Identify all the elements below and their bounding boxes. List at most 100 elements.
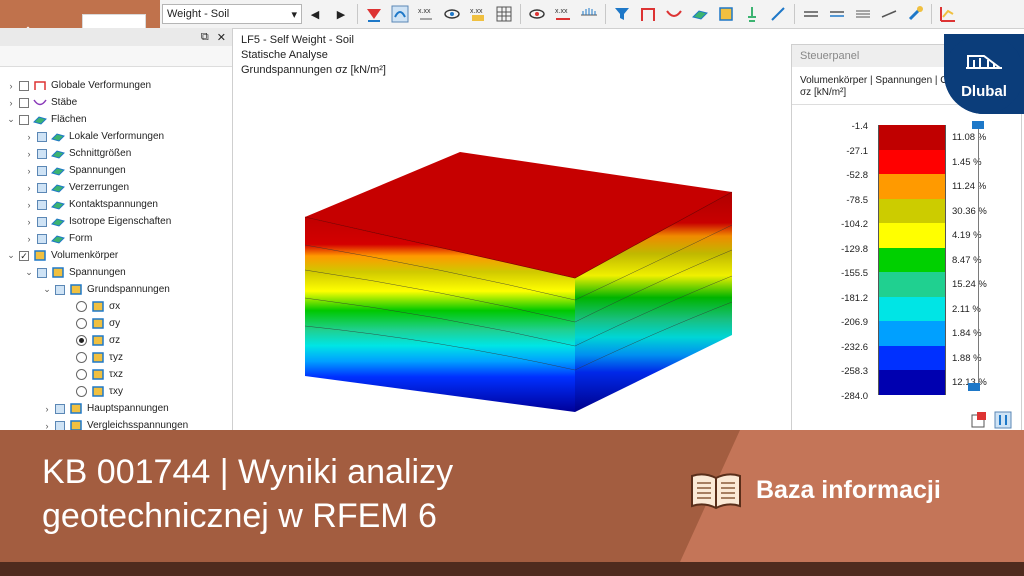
panel-settings-icon[interactable] [970,411,988,429]
legend-percent: 4.19 % [952,230,982,241]
values-table-icon[interactable]: x.xx [467,3,489,25]
knowledge-base-link[interactable]: Baza informacji [690,470,941,510]
legend-color-band [878,174,946,199]
panel-footer [970,411,1012,429]
legend-color-band [878,345,946,370]
bottom-strip [0,562,1024,576]
close-icon[interactable]: ✕ [217,31,226,44]
tree-item[interactable]: › Lokale Verformungen [24,128,165,145]
load-case-select[interactable]: Weight - Soil ▾ [162,4,302,24]
solid-icon [52,267,64,278]
slider-bottom-thumb[interactable] [968,383,980,391]
legend-value: -129.8 [841,243,868,255]
previous-icon[interactable]: ◀ [304,3,326,25]
analysis-type: Statische Analyse [241,49,328,61]
legend-percent: 1.88 % [952,352,982,364]
deformation-icon[interactable] [663,3,685,25]
panel-scale-icon[interactable] [994,411,1012,429]
solid-icon [92,301,104,312]
tree-radio[interactable]: τxy [74,383,123,400]
next-icon[interactable]: ▶ [330,3,352,25]
slider-top-thumb[interactable] [972,121,984,129]
results-icon[interactable] [363,3,385,25]
solid-icon [70,403,82,414]
soil-solid-model[interactable] [300,150,740,414]
tree-item[interactable]: ⌄ ✓ Volumenkörper [6,247,118,264]
eye-icon[interactable] [441,3,463,25]
surface-icon [51,167,65,176]
legend-value: -206.9 [841,317,868,328]
solid-icon [92,386,104,397]
tree-item[interactable]: › Stäbe [6,94,78,111]
tree-item[interactable]: › Form [24,230,93,247]
legend-percent: 11.08 % [952,132,987,143]
legend-value: -104.2 [841,219,868,230]
color-legend: -1.4 -27.1 -52.8 -78.5 -104.2 -129.8 -155.5 -18… [792,117,992,402]
tree-radio[interactable]: σy [74,315,120,332]
highlight-icon[interactable] [904,3,926,25]
legend-color-band [878,125,946,150]
tree-radio[interactable]: τxz [74,366,123,383]
legend-value: -78.5 [846,194,868,206]
legend-color-band [878,370,946,395]
show-results-icon[interactable] [389,3,411,25]
section-2-icon[interactable] [826,3,848,25]
frame-icon[interactable] [637,3,659,25]
navigator-filter[interactable] [0,46,232,67]
legend-percent: 1.84 % [952,328,982,339]
line-icon[interactable] [767,3,789,25]
tree-radio[interactable]: σx [74,298,120,315]
surface-icon [51,218,65,227]
load-case-title: LF5 - Self Weight - Soil [241,34,354,46]
solid-icon [92,352,104,363]
tree-item[interactable]: ⌄ Flächen [6,111,86,128]
svg-text:x.xx: x.xx [418,8,431,15]
open-book-icon [691,473,741,510]
tree-radio[interactable]: σz [74,332,120,349]
eye-section-icon[interactable] [526,3,548,25]
tree-item[interactable]: ⌄ Grundspannungen [42,281,170,298]
logo-text: Dlubal [961,83,1007,100]
beam-values-icon[interactable]: x.xx [552,3,574,25]
surface-icon [51,133,65,142]
article-title: KB 001744 | Wyniki analizy geotechniczne… [42,453,454,535]
chevron-down-icon: ▾ [291,8,297,21]
toolbar: Weight - Soil ▾ ◀ ▶ x.xx x.xx x.xx [160,0,1024,29]
dlubal-logo: Dlubal [944,34,1024,114]
navigator-header: ⧉ ✕ [0,28,232,46]
tree-item[interactable]: ⌄ Spannungen [24,264,126,281]
tree-item[interactable]: › Isotrope Eigenschaften [24,213,172,230]
tree-item[interactable]: › Hauptspannungen [42,400,169,417]
pin-icon[interactable]: ⧉ [201,31,209,44]
legend-color-band [878,247,946,272]
solid-icon [70,284,82,295]
grid-icon[interactable] [493,3,515,25]
surface-icon [51,184,65,193]
solid-icon[interactable] [715,3,737,25]
surface-icon[interactable] [689,3,711,25]
legend-value: -284.0 [841,390,868,402]
tree-radio[interactable]: τyz [74,349,123,366]
legend-percent: 15.24 % [952,279,987,290]
legend-color-band [878,198,946,223]
section-1-icon[interactable] [800,3,822,25]
surface-icon [51,150,65,159]
values-icon[interactable]: x.xx [415,3,437,25]
tree-item[interactable]: › Schnittgrößen [24,145,132,162]
filter-icon[interactable] [611,3,633,25]
legend-value: -52.8 [846,170,868,181]
tree-item[interactable]: › Verzerrungen [24,179,130,196]
surface-icon [51,235,65,244]
legend-slider[interactable] [978,125,979,387]
tree-item[interactable]: › Kontaktspannungen [24,196,158,213]
tree-item[interactable]: › Globale Verformungen [6,77,152,94]
legend-value: -232.6 [841,341,868,353]
legend-color-band [878,296,946,321]
chart-icon[interactable] [937,3,959,25]
legend-percent: 8.47 % [952,254,982,266]
tree-item[interactable]: › Spannungen [24,162,126,179]
support-icon[interactable] [741,3,763,25]
beam-diagram-icon[interactable] [578,3,600,25]
section-4-icon[interactable] [878,3,900,25]
section-3-icon[interactable] [852,3,874,25]
